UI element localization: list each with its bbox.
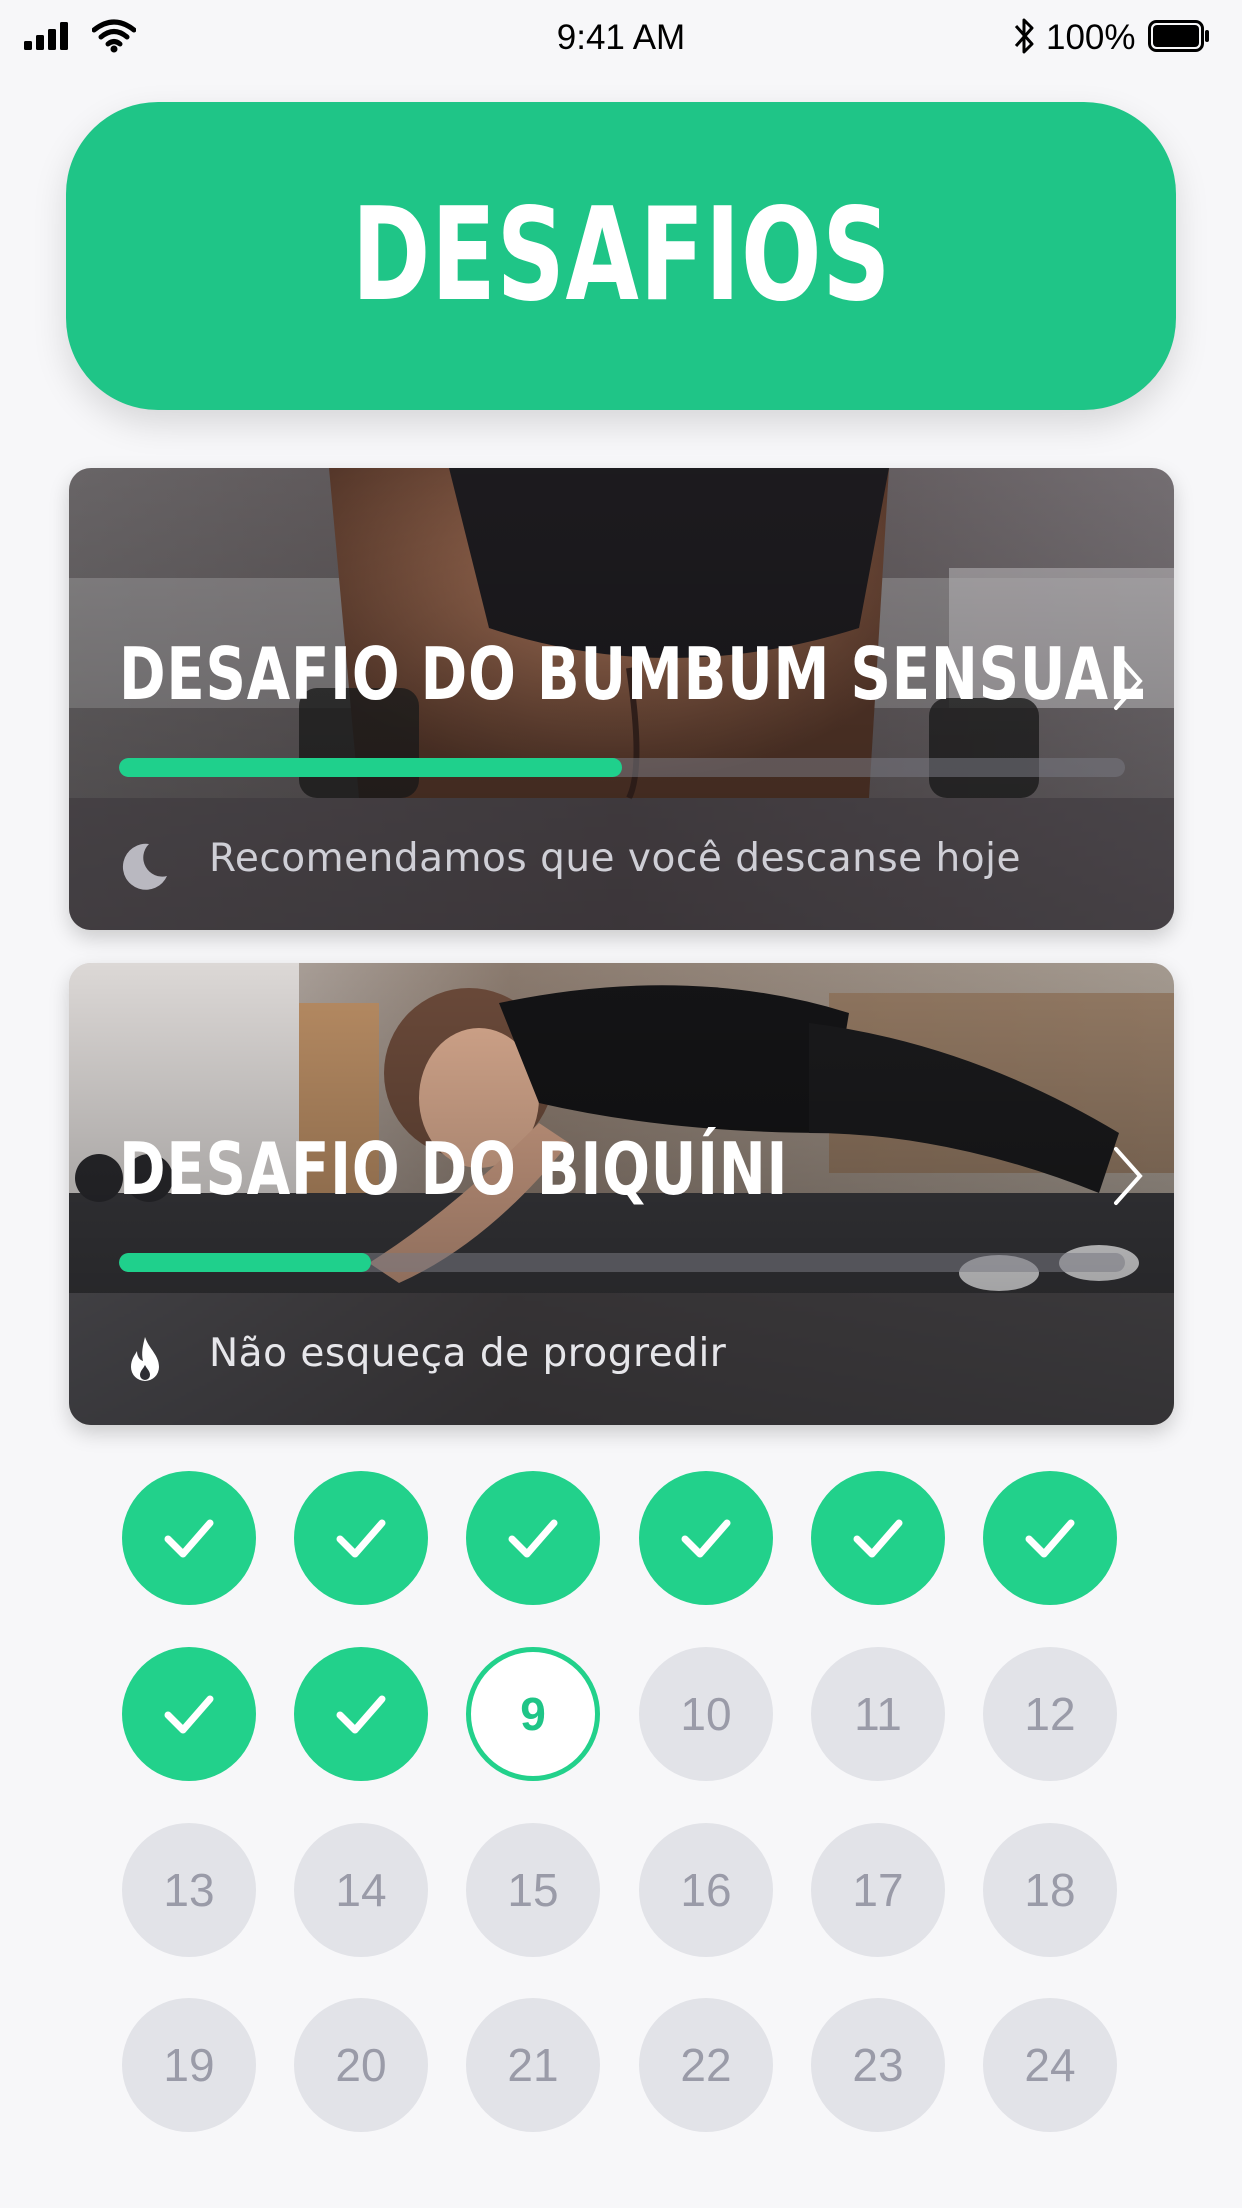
day-completed[interactable]: [983, 1471, 1117, 1605]
day-upcoming[interactable]: 18: [983, 1823, 1117, 1957]
day-completed[interactable]: [294, 1471, 428, 1605]
challenge-progress-fill: [119, 1253, 371, 1272]
day-completed[interactable]: [294, 1647, 428, 1781]
day-number: 18: [1024, 1864, 1076, 1916]
challenge-tip: Recomendamos que você descanse hoje: [69, 798, 1174, 930]
checkmark-icon: [164, 1695, 214, 1734]
day-completed[interactable]: [639, 1471, 773, 1605]
day-completed[interactable]: [122, 1647, 256, 1781]
day-number: 13: [163, 1864, 215, 1916]
day-upcoming[interactable]: 15: [466, 1823, 600, 1957]
checkmark-icon: [1025, 1519, 1075, 1558]
day-upcoming[interactable]: 12: [983, 1647, 1117, 1781]
day-number: 24: [1024, 2039, 1076, 2091]
day-number: 20: [335, 2039, 387, 2091]
day-number: 22: [680, 2039, 732, 2091]
day-number: 23: [852, 2039, 904, 2091]
checkmark-icon: [336, 1695, 386, 1734]
day-number: 14: [335, 1864, 387, 1916]
day-number: 11: [854, 1688, 902, 1740]
challenge-tip-text: Não esqueça de progredir: [209, 1331, 727, 1376]
day-number: 16: [680, 1864, 732, 1916]
challenges-header: DESAFIOS: [66, 102, 1176, 410]
flame-icon: [131, 1337, 159, 1381]
day-upcoming[interactable]: 11: [811, 1647, 945, 1781]
day-completed[interactable]: [122, 1471, 256, 1605]
moon-icon: [122, 843, 167, 890]
checkmark-icon: [336, 1519, 386, 1558]
day-upcoming[interactable]: 23: [811, 1998, 945, 2132]
challenge-progress-bar: [119, 758, 1125, 777]
day-upcoming[interactable]: 16: [639, 1823, 773, 1957]
day-upcoming[interactable]: 17: [811, 1823, 945, 1957]
checkmark-icon: [508, 1519, 558, 1558]
day-number: 12: [1024, 1688, 1076, 1740]
battery-percentage: 100%: [1046, 18, 1136, 57]
day-upcoming[interactable]: 24: [983, 1998, 1117, 2132]
day-number: 21: [507, 2039, 559, 2091]
challenge-card-biquini[interactable]: DESAFIO DO BIQUÍNI Não esqueça de progre…: [69, 963, 1174, 1425]
day-number: 9: [520, 1688, 546, 1740]
page-title: DESAFIOS: [351, 181, 891, 330]
challenge-title: DESAFIO DO BIQUÍNI: [119, 1127, 789, 1211]
checkmark-icon: [681, 1519, 731, 1558]
day-upcoming[interactable]: 13: [122, 1823, 256, 1957]
day-upcoming[interactable]: 10: [639, 1647, 773, 1781]
challenge-tip: Não esqueça de progredir: [69, 1293, 1174, 1425]
chevron-right-icon[interactable]: [1110, 1145, 1146, 1207]
challenge-card-bumbum[interactable]: DESAFIO DO BUMBUM SENSUAL Recomendamos q…: [69, 468, 1174, 930]
day-upcoming[interactable]: 19: [122, 1998, 256, 2132]
challenge-title: DESAFIO DO BUMBUM SENSUAL: [119, 632, 1146, 716]
day-number: 17: [852, 1864, 904, 1916]
day-number: 15: [507, 1864, 559, 1916]
day-upcoming[interactable]: 14: [294, 1823, 428, 1957]
checkmark-icon: [164, 1519, 214, 1558]
day-upcoming[interactable]: 22: [639, 1998, 773, 2132]
battery-icon: [1148, 20, 1209, 52]
day-completed[interactable]: [811, 1471, 945, 1605]
challenge-progress-bar: [119, 1253, 1125, 1272]
day-current[interactable]: 9: [466, 1647, 600, 1781]
day-number: 19: [163, 2039, 215, 2091]
checkmark-icon: [853, 1519, 903, 1558]
challenge-tip-text: Recomendamos que você descanse hoje: [209, 836, 1021, 881]
day-number: 10: [680, 1688, 732, 1740]
day-completed[interactable]: [466, 1471, 600, 1605]
day-upcoming[interactable]: 21: [466, 1998, 600, 2132]
challenge-progress-fill: [119, 758, 622, 777]
day-upcoming[interactable]: 20: [294, 1998, 428, 2132]
status-bar: 9:41 AM 100%: [0, 0, 1242, 80]
bluetooth-icon: [1014, 18, 1034, 54]
chevron-right-icon[interactable]: [1110, 650, 1146, 712]
